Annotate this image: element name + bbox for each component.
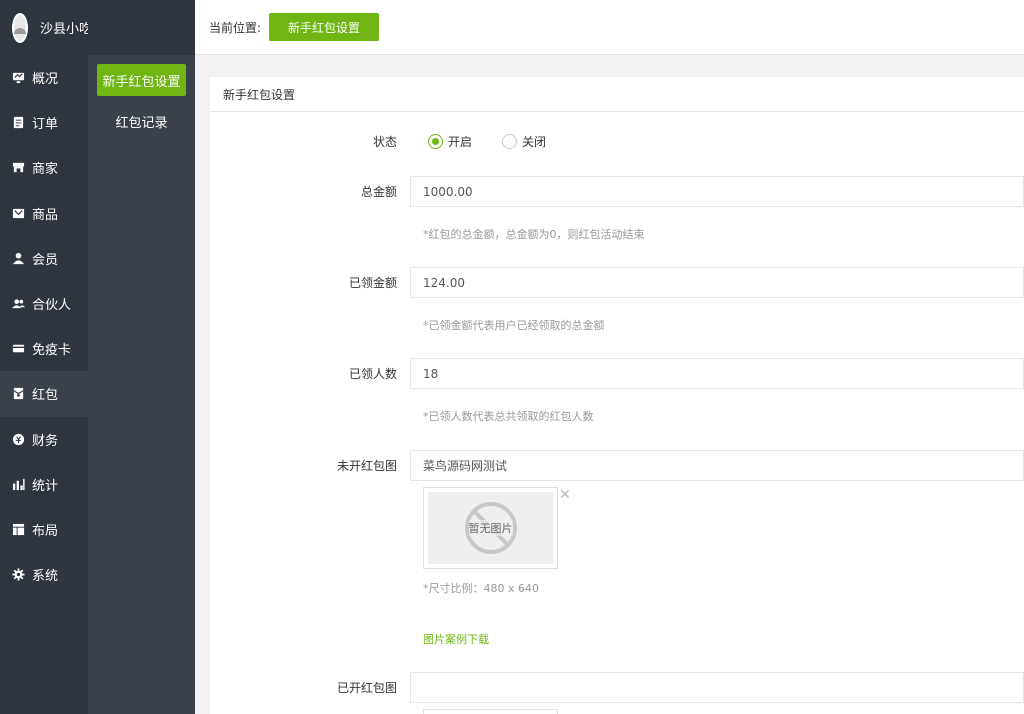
sub-sidebar: 新手红包设置 红包记录 — [88, 55, 195, 714]
sidebar-item-label: 概况 — [32, 72, 59, 88]
breadcrumb-label: 当前位置: — [209, 20, 262, 35]
claimed-amount-hint: *已领金额代表用户已经领取的总金额 — [423, 319, 605, 332]
store-icon — [11, 161, 25, 175]
sidebar-item-label: 红包 — [32, 388, 59, 404]
total-amount-label: 总金额 — [360, 185, 397, 199]
sidebar-item-overview[interactable]: 概况 — [0, 55, 88, 100]
sidebar-item-stats[interactable]: 统计 — [0, 462, 88, 507]
claimed-people-hint: *已领人数代表总共领取的红包人数 — [423, 410, 594, 423]
subnav-item-redpacket-records[interactable]: 红包记录 — [97, 105, 186, 137]
status-row: 状态 开启 关闭 — [210, 131, 1024, 151]
opened-image-input[interactable] — [410, 672, 1024, 703]
sidebar-item-redpacket[interactable]: 红包 — [0, 371, 88, 417]
sidebar-item-label: 财务 — [32, 433, 59, 449]
subnav-item-newbie-redpacket[interactable]: 新手红包设置 — [97, 64, 186, 96]
claimed-people-input[interactable]: 18 — [410, 358, 1024, 389]
sidebar-item-label: 系统 — [32, 569, 59, 585]
sidebar-item-label: 统计 — [32, 478, 59, 494]
opened-image-label: 已开红包图 — [336, 681, 397, 695]
sidebar-item-label: 布局 — [32, 523, 59, 539]
unopened-image-input[interactable]: 菜鸟源码网测试 — [410, 450, 1024, 481]
sidebar-item-layout[interactable]: 布局 — [0, 507, 88, 552]
redpacket-icon — [11, 387, 25, 401]
gear-icon — [11, 568, 25, 582]
layout-icon — [11, 522, 25, 536]
status-on-radio[interactable]: 开启 — [428, 133, 472, 150]
settings-panel: 新手红包设置 状态 开启 关闭 总金额 1000.00 *红包的总金额，总金额为… — [210, 77, 1024, 714]
image-example-download-link[interactable]: 图片案例下载 — [423, 631, 489, 647]
status-on-label: 开启 — [448, 134, 473, 149]
total-amount-hint: *红包的总金额，总金额为0，则红包活动结束 — [423, 228, 645, 241]
remove-image-icon[interactable]: ✕ — [559, 487, 571, 503]
stats-icon — [11, 477, 25, 491]
unopened-image-label: 未开红包图 — [336, 459, 397, 473]
store-avatar — [12, 12, 28, 43]
main-sidebar: 沙县小吃街 概况 订单 商家 商品 会员 合伙人 免疫卡 红包 财务 统计 布局… — [0, 0, 105, 714]
sidebar-item-merchants[interactable]: 商家 — [0, 145, 88, 190]
sidebar-item-goods[interactable]: 商品 — [0, 191, 88, 236]
sidebar-item-orders[interactable]: 订单 — [0, 100, 88, 145]
sidebar-item-label: 会员 — [32, 252, 59, 268]
radio-checked-icon — [428, 133, 443, 149]
claimed-people-label: 已领人数 — [348, 367, 397, 381]
sidebar-item-label: 免疫卡 — [32, 343, 72, 359]
sidebar-item-label: 合伙人 — [32, 298, 72, 314]
sidebar-item-partners[interactable]: 合伙人 — [0, 281, 88, 326]
brand-extension — [88, 0, 195, 55]
opened-image-row: 已开红包图 — [210, 672, 1024, 703]
claimed-people-row: 已领人数 18 — [210, 358, 1024, 389]
status-off-radio[interactable]: 关闭 — [502, 133, 546, 150]
breadcrumb: 当前位置: 新手红包设置 — [195, 0, 1024, 55]
total-amount-row: 总金额 1000.00 — [210, 176, 1024, 207]
status-off-label: 关闭 — [522, 134, 547, 149]
breadcrumb-current[interactable]: 新手红包设置 — [269, 13, 380, 41]
sidebar-item-members[interactable]: 会员 — [0, 236, 88, 281]
unopened-image-preview[interactable]: 暂无图片 — [423, 487, 558, 569]
sidebar-item-finance[interactable]: 财务 — [0, 417, 88, 462]
page-title: 新手红包设置 — [210, 77, 1024, 112]
status-label: 状态 — [372, 134, 397, 149]
order-icon — [11, 116, 25, 130]
claimed-amount-input[interactable]: 124.00 — [410, 267, 1024, 298]
no-image-text: 暂无图片 — [468, 520, 513, 536]
radio-unchecked-icon — [502, 133, 518, 149]
card-icon — [11, 342, 25, 356]
no-image-placeholder: 暂无图片 — [428, 492, 553, 564]
sidebar-item-system[interactable]: 系统 — [0, 552, 88, 597]
opened-image-preview[interactable] — [423, 709, 558, 714]
image-size-hint: *尺寸比例：480 x 640 — [423, 582, 539, 595]
goods-icon — [11, 206, 25, 220]
claimed-amount-label: 已领金额 — [348, 276, 397, 290]
unopened-image-row: 未开红包图 菜鸟源码网测试 — [210, 450, 1024, 481]
finance-icon — [11, 432, 25, 446]
sidebar-item-cards[interactable]: 免疫卡 — [0, 326, 88, 371]
sidebar-item-label: 商家 — [32, 162, 59, 178]
claimed-amount-row: 已领金额 124.00 — [210, 267, 1024, 298]
monitor-icon — [11, 71, 25, 85]
partner-icon — [11, 297, 25, 311]
sidebar-item-label: 商品 — [32, 207, 59, 223]
sidebar-item-label: 订单 — [32, 117, 59, 133]
total-amount-input[interactable]: 1000.00 — [410, 176, 1024, 207]
user-icon — [11, 251, 25, 265]
brand: 沙县小吃街 — [0, 0, 105, 55]
